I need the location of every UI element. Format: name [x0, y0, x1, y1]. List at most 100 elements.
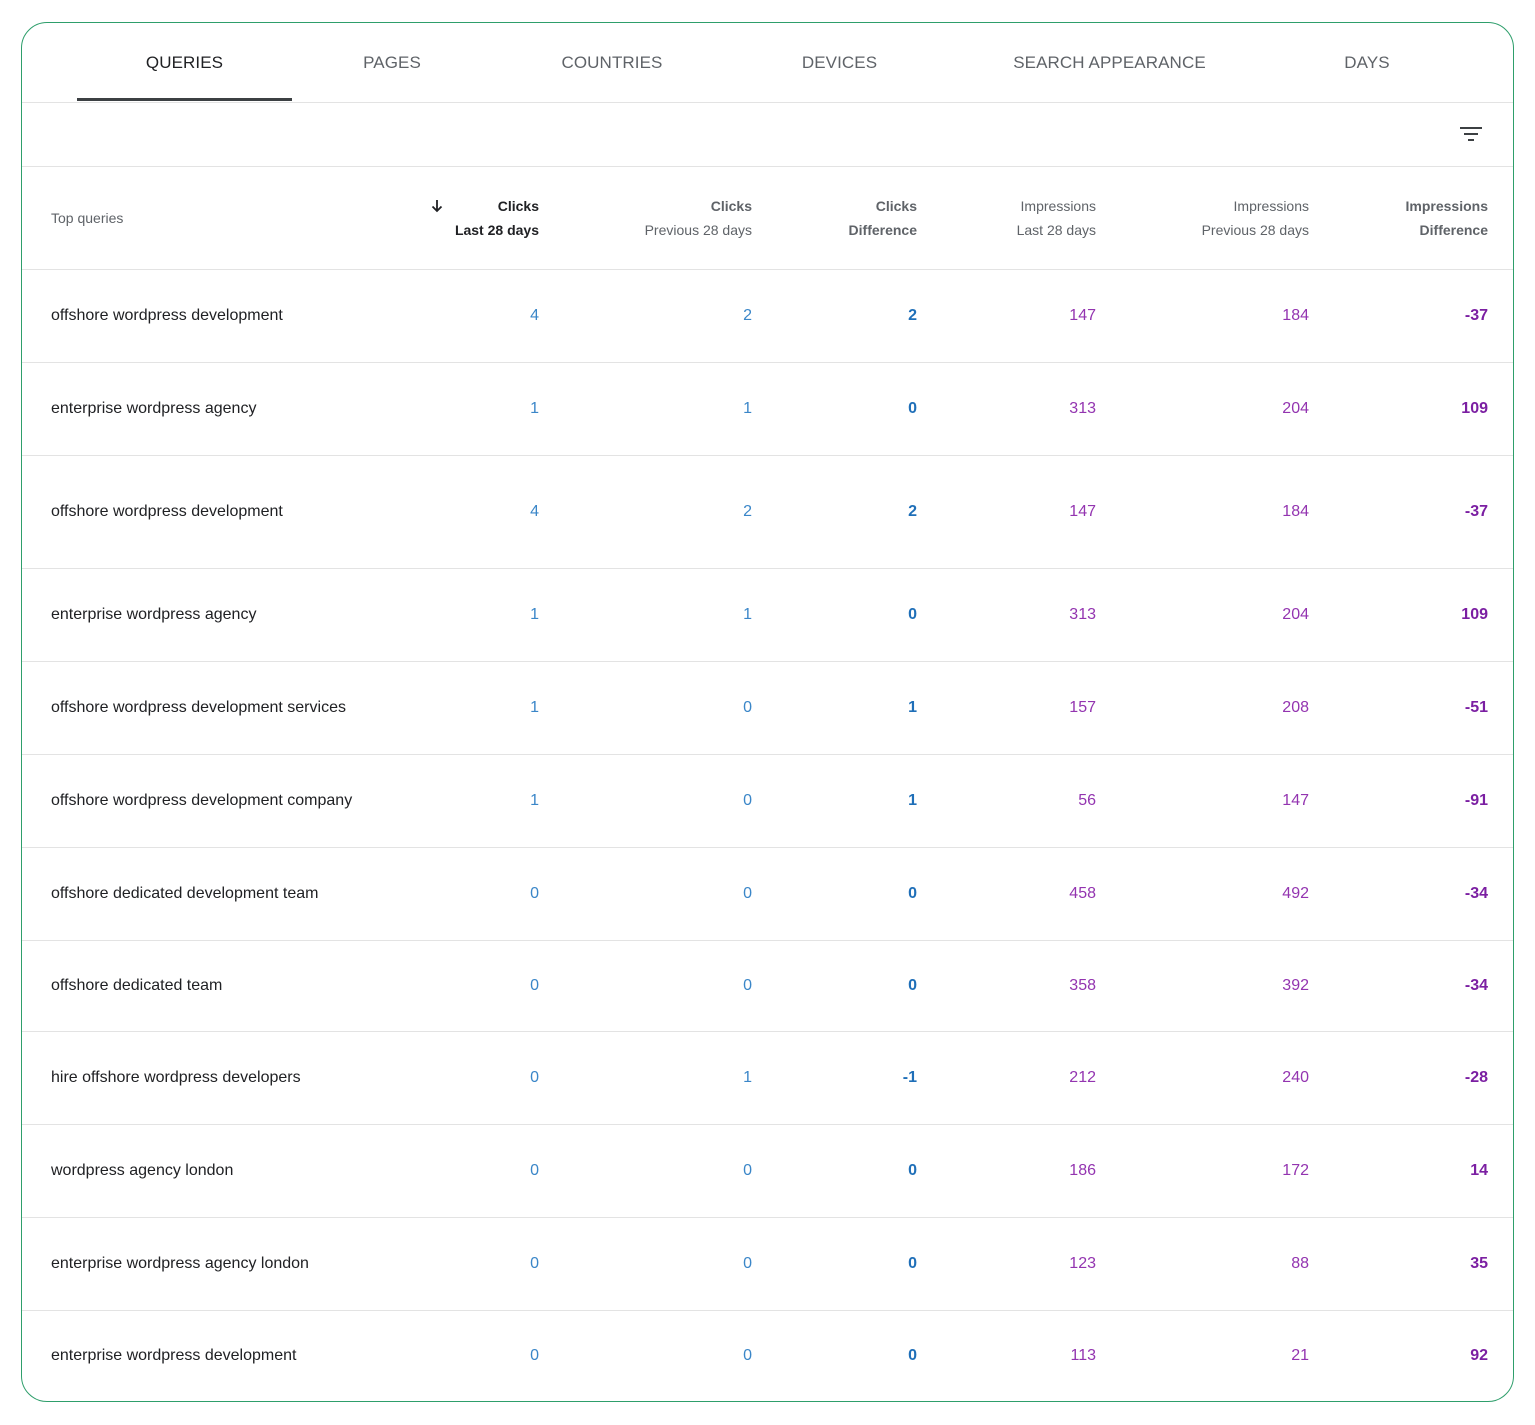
- header-line-2: Last 28 days: [454, 221, 539, 238]
- filter-list-icon: [1460, 127, 1482, 141]
- header-line-1: Clicks: [497, 197, 539, 214]
- clicks-last-cell: 1: [530, 791, 539, 809]
- impressions-diff-cell: -34: [1464, 976, 1488, 994]
- header-clicks-difference[interactable]: Clicks Difference: [753, 167, 918, 269]
- impressions-last-cell: 212: [1069, 1068, 1096, 1086]
- clicks-diff-cell: 0: [908, 976, 917, 994]
- tab-days[interactable]: DAYS: [1282, 23, 1452, 102]
- clicks-last-cell: 1: [530, 605, 539, 623]
- performance-report-card: QUERIES PAGES COUNTRIES DEVICES SEARCH A…: [21, 22, 1514, 1402]
- clicks-diff-cell: 0: [908, 605, 917, 623]
- impressions-diff-cell: 92: [1470, 1347, 1488, 1365]
- impressions-last-cell: 113: [1070, 1347, 1096, 1365]
- query-cell: enterprise wordpress agency: [51, 605, 257, 623]
- query-cell: wordpress agency london: [51, 1161, 234, 1179]
- header-line-2: Previous 28 days: [644, 221, 752, 238]
- impressions-last-cell: 358: [1069, 976, 1096, 994]
- clicks-prev-cell: 1: [743, 399, 752, 417]
- filter-button[interactable]: [1457, 121, 1485, 147]
- query-cell: enterprise wordpress development: [51, 1347, 297, 1365]
- table-row[interactable]: wordpress agency london 0 0 0 186 172 14: [22, 1124, 1513, 1217]
- clicks-diff-cell: -1: [902, 1068, 917, 1086]
- impressions-prev-cell: 172: [1282, 1161, 1309, 1179]
- clicks-diff-cell: 0: [908, 1254, 917, 1272]
- queries-table: Top queries Clicks Last 28 days Clicks P…: [22, 167, 1513, 1401]
- table-row[interactable]: hire offshore wordpress developers 0 1 -1 21…: [22, 1031, 1513, 1124]
- impressions-last-cell: 313: [1069, 605, 1096, 623]
- tab-bar: QUERIES PAGES COUNTRIES DEVICES SEARCH A…: [22, 23, 1513, 103]
- header-impressions-difference[interactable]: Impressions Difference: [1310, 167, 1513, 269]
- impressions-last-cell: 147: [1069, 502, 1096, 520]
- header-line-1: Impressions: [1405, 197, 1488, 214]
- impressions-last-cell: 56: [1078, 791, 1096, 809]
- table-row[interactable]: offshore wordpress development 4 2 2 147 184 -…: [22, 455, 1513, 568]
- clicks-diff-cell: 0: [908, 1161, 917, 1179]
- clicks-diff-cell: 0: [908, 884, 917, 902]
- query-cell: offshore wordpress development: [51, 502, 283, 520]
- clicks-diff-cell: 1: [908, 698, 917, 716]
- table-row[interactable]: enterprise wordpress agency 1 1 0 313 204 109: [22, 568, 1513, 661]
- clicks-last-cell: 0: [530, 1254, 539, 1272]
- tab-devices[interactable]: DEVICES: [747, 23, 932, 102]
- query-cell: hire offshore wordpress developers: [51, 1068, 301, 1086]
- clicks-last-cell: 0: [530, 1161, 539, 1179]
- header-line-2: Last 28 days: [1016, 221, 1096, 238]
- impressions-last-cell: 123: [1069, 1254, 1096, 1272]
- impressions-prev-cell: 208: [1282, 698, 1309, 716]
- impressions-last-cell: 157: [1069, 698, 1096, 716]
- clicks-prev-cell: 2: [743, 502, 752, 520]
- impressions-prev-cell: 204: [1282, 399, 1309, 417]
- query-cell: offshore dedicated development team: [51, 884, 319, 902]
- tab-search-appearance[interactable]: SEARCH APPEARANCE: [992, 23, 1227, 102]
- header-line-2: Previous 28 days: [1201, 221, 1309, 238]
- impressions-last-cell: 147: [1069, 306, 1096, 324]
- header-clicks-previous-28-days[interactable]: Clicks Previous 28 days: [540, 167, 753, 269]
- table-row[interactable]: offshore wordpress development company 1 0…: [22, 754, 1513, 847]
- clicks-last-cell: 0: [530, 1347, 539, 1365]
- header-top-queries: Top queries: [22, 167, 415, 269]
- impressions-diff-cell: -37: [1464, 306, 1488, 324]
- header-line-2: Difference: [848, 221, 917, 238]
- header-impressions-previous-28-days[interactable]: Impressions Previous 28 days: [1097, 167, 1310, 269]
- query-cell: enterprise wordpress agency london: [51, 1254, 309, 1272]
- impressions-prev-cell: 184: [1282, 502, 1309, 520]
- impressions-diff-cell: -28: [1464, 1068, 1488, 1086]
- clicks-prev-cell: 0: [743, 884, 752, 902]
- impressions-diff-cell: 35: [1470, 1254, 1488, 1272]
- header-line-1: Clicks: [875, 197, 917, 214]
- table-row[interactable]: enterprise wordpress agency 1 1 0 313 204 109: [22, 362, 1513, 455]
- header-clicks-last-28-days[interactable]: Clicks Last 28 days: [415, 167, 540, 269]
- clicks-prev-cell: 1: [743, 1068, 752, 1086]
- header-line-2: Difference: [1419, 221, 1488, 238]
- tab-queries[interactable]: QUERIES: [77, 23, 292, 102]
- table-toolbar: [22, 103, 1513, 167]
- clicks-prev-cell: 0: [743, 698, 752, 716]
- impressions-diff-cell: -51: [1464, 698, 1488, 716]
- clicks-prev-cell: 2: [743, 306, 752, 324]
- clicks-prev-cell: 0: [743, 1254, 752, 1272]
- tab-pages[interactable]: PAGES: [307, 23, 477, 102]
- impressions-last-cell: 313: [1069, 399, 1096, 417]
- clicks-last-cell: 1: [530, 399, 539, 417]
- clicks-last-cell: 4: [530, 306, 539, 324]
- table-row[interactable]: offshore dedicated development team 0 0 0 45…: [22, 847, 1513, 940]
- header-line-1: Impressions: [1020, 197, 1096, 214]
- arrow-down-icon: [431, 199, 443, 213]
- clicks-prev-cell: 0: [743, 791, 752, 809]
- table-row[interactable]: enterprise wordpress development 0 0 0 113 21…: [22, 1310, 1513, 1401]
- header-label: Top queries: [51, 209, 124, 226]
- table-row[interactable]: offshore wordpress development services 1…: [22, 661, 1513, 754]
- clicks-prev-cell: 0: [743, 976, 752, 994]
- impressions-prev-cell: 240: [1282, 1068, 1309, 1086]
- header-impressions-last-28-days[interactable]: Impressions Last 28 days: [918, 167, 1097, 269]
- query-cell: offshore wordpress development services: [51, 698, 346, 716]
- clicks-diff-cell: 2: [908, 502, 917, 520]
- table-row[interactable]: enterprise wordpress agency london 0 0 0 123…: [22, 1217, 1513, 1310]
- impressions-diff-cell: 109: [1461, 605, 1488, 623]
- table-row[interactable]: offshore dedicated team 0 0 0 358 392 -34: [22, 940, 1513, 1031]
- table-row[interactable]: offshore wordpress development 4 2 2 147 184 -…: [22, 269, 1513, 362]
- tab-countries[interactable]: COUNTRIES: [517, 23, 707, 102]
- impressions-last-cell: 186: [1069, 1161, 1096, 1179]
- impressions-diff-cell: -37: [1464, 502, 1488, 520]
- impressions-prev-cell: 88: [1291, 1254, 1309, 1272]
